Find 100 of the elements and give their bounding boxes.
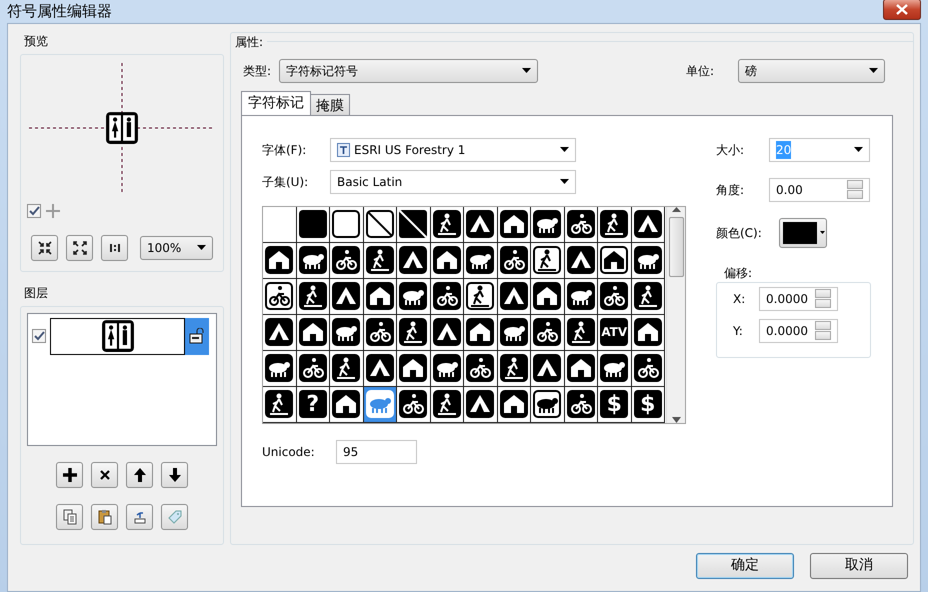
glyph-cell[interactable] bbox=[430, 314, 464, 350]
glyph-cell[interactable] bbox=[564, 278, 598, 314]
glyph-cell[interactable] bbox=[330, 350, 364, 386]
glyph-cell[interactable] bbox=[498, 350, 531, 386]
crosshair-checkbox[interactable] bbox=[27, 204, 41, 218]
dialog-button[interactable]: 取消 bbox=[810, 552, 908, 578]
close-button[interactable] bbox=[883, 0, 921, 20]
glyph-cell[interactable] bbox=[397, 386, 430, 422]
glyph-cell[interactable] bbox=[564, 206, 598, 242]
glyph-cell[interactable] bbox=[531, 242, 564, 278]
layer-visibility-checkbox[interactable] bbox=[32, 329, 46, 343]
glyph-cell[interactable] bbox=[364, 350, 397, 386]
zoom-out-button[interactable] bbox=[66, 234, 93, 260]
glyph-cell[interactable] bbox=[498, 314, 531, 350]
glyph-cell[interactable] bbox=[330, 386, 364, 422]
glyph-cell[interactable] bbox=[632, 242, 665, 278]
glyph-cell[interactable] bbox=[430, 350, 464, 386]
unit-dropdown[interactable]: 磅 bbox=[738, 58, 885, 82]
glyph-cell[interactable] bbox=[364, 386, 397, 422]
glyph-cell[interactable]: $ bbox=[632, 386, 665, 422]
move-up-button[interactable] bbox=[126, 462, 153, 488]
glyph-cell[interactable]: ? bbox=[296, 386, 330, 422]
glyph-cell[interactable] bbox=[364, 314, 397, 350]
unicode-field[interactable]: 95 bbox=[336, 440, 417, 464]
glyph-cell[interactable] bbox=[263, 242, 296, 278]
scrollbar-thumb[interactable] bbox=[668, 216, 684, 276]
type-dropdown[interactable]: 字符标记符号 bbox=[279, 58, 538, 82]
glyph-cell[interactable] bbox=[564, 242, 598, 278]
glyph-cell[interactable] bbox=[296, 350, 330, 386]
glyph-cell[interactable] bbox=[464, 386, 498, 422]
glyph-cell[interactable] bbox=[464, 314, 498, 350]
glyph-cell[interactable] bbox=[397, 242, 430, 278]
glyph-cell[interactable] bbox=[464, 242, 498, 278]
glyph-cell[interactable] bbox=[564, 350, 598, 386]
glyph-cell[interactable] bbox=[498, 206, 531, 242]
glyph-cell[interactable] bbox=[397, 350, 430, 386]
tab[interactable]: 字符标记 bbox=[241, 90, 311, 114]
zoom-dropdown[interactable]: 100% bbox=[140, 236, 213, 260]
glyph-cell[interactable] bbox=[364, 206, 397, 242]
layer-row[interactable] bbox=[50, 318, 185, 354]
glyph-cell[interactable] bbox=[430, 386, 464, 422]
glyph-cell[interactable] bbox=[632, 314, 665, 350]
remove-layer-button[interactable] bbox=[91, 462, 118, 488]
glyph-cell[interactable] bbox=[296, 206, 330, 242]
font-dropdown[interactable]: ESRI US Forestry 1 bbox=[330, 138, 576, 162]
glyph-cell[interactable]: $ bbox=[598, 386, 632, 422]
glyph-cell[interactable] bbox=[564, 314, 598, 350]
glyph-cell[interactable] bbox=[498, 278, 531, 314]
glyph-cell[interactable] bbox=[263, 314, 296, 350]
glyph-cell[interactable] bbox=[598, 242, 632, 278]
reset-layer-button[interactable] bbox=[126, 504, 153, 530]
glyph-cell[interactable] bbox=[430, 206, 464, 242]
glyph-cell[interactable] bbox=[632, 350, 665, 386]
glyph-cell[interactable] bbox=[498, 386, 531, 422]
glyph-cell[interactable] bbox=[598, 278, 632, 314]
angle-field[interactable]: 0.00 bbox=[769, 178, 870, 202]
layer-lock-cell[interactable] bbox=[185, 318, 209, 354]
copy-button[interactable] bbox=[56, 504, 83, 530]
glyph-cell[interactable] bbox=[364, 278, 397, 314]
zoom-in-button[interactable] bbox=[31, 234, 58, 260]
glyph-cell[interactable] bbox=[498, 242, 531, 278]
dialog-button[interactable]: 确定 bbox=[696, 552, 794, 578]
glyph-cell[interactable] bbox=[598, 206, 632, 242]
move-down-button[interactable] bbox=[161, 462, 188, 488]
glyph-cell[interactable] bbox=[330, 206, 364, 242]
glyph-cell[interactable] bbox=[531, 386, 564, 422]
glyph-cell[interactable] bbox=[632, 278, 665, 314]
glyph-cell[interactable]: ATV bbox=[598, 314, 632, 350]
tag-button[interactable] bbox=[161, 504, 188, 530]
glyph-cell[interactable] bbox=[531, 350, 564, 386]
glyph-cell[interactable] bbox=[564, 386, 598, 422]
tab[interactable]: 掩膜 bbox=[311, 94, 350, 114]
offset-x-field[interactable]: 0.0000 bbox=[759, 286, 838, 310]
paste-button[interactable] bbox=[91, 504, 118, 530]
glyph-cell[interactable] bbox=[464, 350, 498, 386]
glyph-cell[interactable] bbox=[330, 314, 364, 350]
glyph-cell[interactable] bbox=[330, 278, 364, 314]
glyph-cell[interactable] bbox=[531, 206, 564, 242]
glyph-cell[interactable] bbox=[263, 278, 296, 314]
glyph-cell[interactable] bbox=[364, 242, 397, 278]
glyph-cell[interactable] bbox=[296, 242, 330, 278]
glyph-cell[interactable] bbox=[531, 278, 564, 314]
glyph-cell[interactable] bbox=[598, 350, 632, 386]
glyph-cell[interactable] bbox=[430, 278, 464, 314]
glyph-cell[interactable] bbox=[430, 242, 464, 278]
glyph-cell[interactable] bbox=[296, 314, 330, 350]
offset-y-field[interactable]: 0.0000 bbox=[759, 318, 838, 342]
subset-dropdown[interactable]: Basic Latin bbox=[330, 170, 576, 194]
glyph-cell[interactable] bbox=[263, 386, 296, 422]
glyph-cell[interactable] bbox=[464, 206, 498, 242]
glyph-cell[interactable] bbox=[632, 206, 665, 242]
glyph-cell[interactable] bbox=[263, 350, 296, 386]
glyph-cell[interactable] bbox=[263, 206, 296, 242]
glyph-cell[interactable] bbox=[397, 278, 430, 314]
glyph-cell[interactable] bbox=[531, 314, 564, 350]
glyph-cell[interactable] bbox=[296, 278, 330, 314]
glyph-cell[interactable] bbox=[330, 242, 364, 278]
glyph-cell[interactable] bbox=[464, 278, 498, 314]
glyph-cell[interactable] bbox=[397, 206, 430, 242]
glyph-cell[interactable] bbox=[397, 314, 430, 350]
